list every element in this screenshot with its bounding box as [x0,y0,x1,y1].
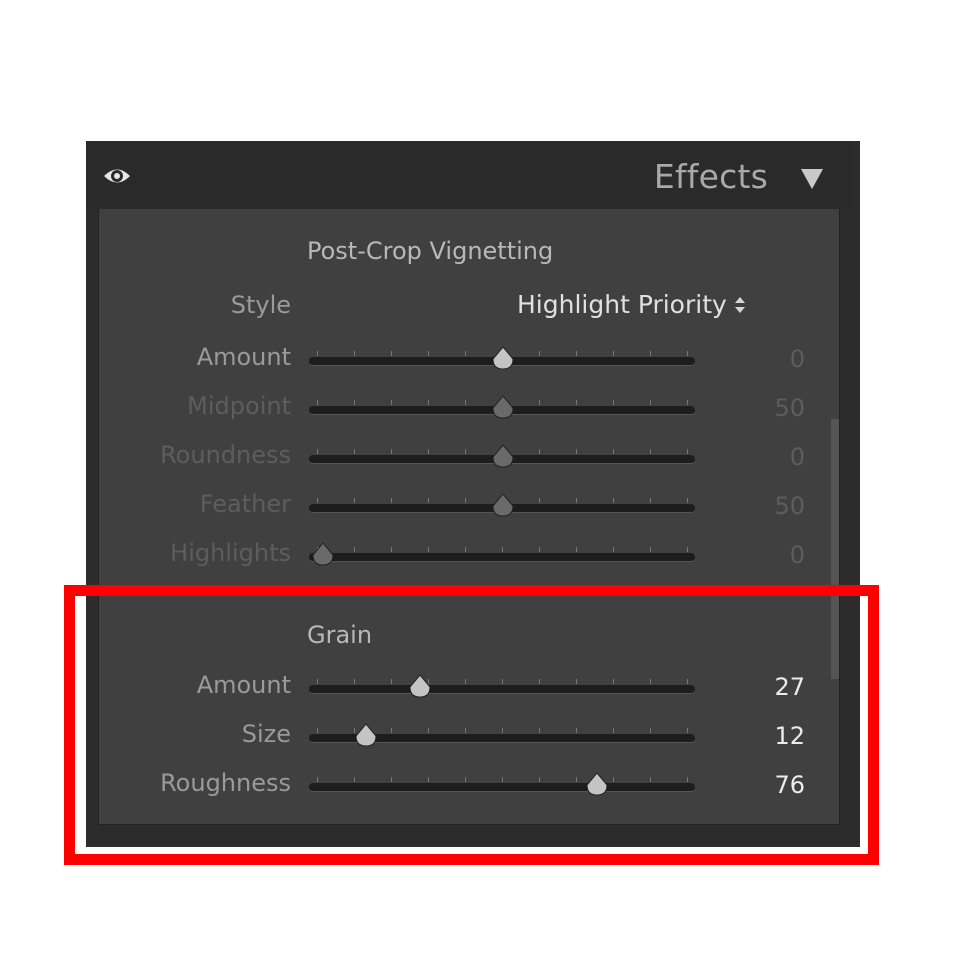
eye-icon[interactable] [102,165,132,187]
slider-tick [613,449,614,454]
style-label: Style [230,291,291,319]
vignette-roundness-label: Roundness [160,441,291,469]
slider-tick [354,547,355,552]
slider-tick [428,498,429,503]
slider-tick [317,449,318,454]
slider-tick [687,351,688,356]
slider-tick [650,547,651,552]
vignette-midpoint-label: Midpoint [187,392,291,420]
slider-tick [391,351,392,356]
style-dropdown[interactable]: Highlight Priority [517,290,727,319]
slider-tick [576,351,577,356]
slider-tick [354,498,355,503]
slider-tick [650,449,651,454]
slider-tick [428,351,429,356]
panel-title: Effects [653,157,768,196]
slider-tick [354,351,355,356]
vignette-section-title: Post-Crop Vignetting [307,237,554,265]
slider-tick [576,498,577,503]
slider-tick [539,498,540,503]
slider-tick [650,351,651,356]
slider-tick [687,547,688,552]
slider-tick [428,547,429,552]
slider-tick [317,400,318,405]
slider-tick [539,400,540,405]
slider-tick [465,498,466,503]
slider-tick [391,400,392,405]
slider-tick [391,449,392,454]
up-down-arrows-icon[interactable] [733,294,747,316]
slider-thumb-icon [492,493,514,517]
vignette-midpoint-value: 50 [774,394,805,422]
slider-thumb-icon [492,444,514,468]
slider-tick [391,547,392,552]
slider-tick [650,498,651,503]
slider-tick [317,498,318,503]
slider-tick [613,498,614,503]
vignette-amount-value[interactable]: 0 [745,345,805,373]
slider-thumb-icon [312,542,334,566]
slider-tick [502,547,503,552]
collapse-triangle-icon[interactable] [800,168,824,190]
highlight-box [64,585,879,865]
slider-tick [539,351,540,356]
slider-tick [465,547,466,552]
slider-tick [576,547,577,552]
slider-tick [576,400,577,405]
slider-tick [539,449,540,454]
vignette-feather-value: 50 [774,492,805,520]
slider-tick [687,400,688,405]
slider-tick [576,449,577,454]
slider-tick [465,351,466,356]
slider-tick [613,547,614,552]
vignette-highlights-slider [309,553,695,562]
slider-thumb-icon[interactable] [491,345,515,371]
slider-thumb-icon [492,395,514,419]
slider-tick [539,547,540,552]
slider-tick [613,351,614,356]
vignette-amount-label: Amount [196,343,291,371]
slider-tick [391,498,392,503]
slider-tick [650,400,651,405]
slider-tick [465,449,466,454]
slider-tick [613,400,614,405]
slider-tick [687,498,688,503]
slider-tick [428,449,429,454]
slider-tick [354,449,355,454]
vignette-highlights-label: Highlights [170,539,291,567]
vignette-roundness-value: 0 [789,443,805,471]
panel-header[interactable]: Effects [86,141,852,209]
slider-tick [687,449,688,454]
slider-tick [317,351,318,356]
slider-tick [428,400,429,405]
slider-tick [465,400,466,405]
slider-tick [354,400,355,405]
vignette-highlights-value: 0 [789,541,805,569]
vignette-feather-label: Feather [199,490,291,518]
